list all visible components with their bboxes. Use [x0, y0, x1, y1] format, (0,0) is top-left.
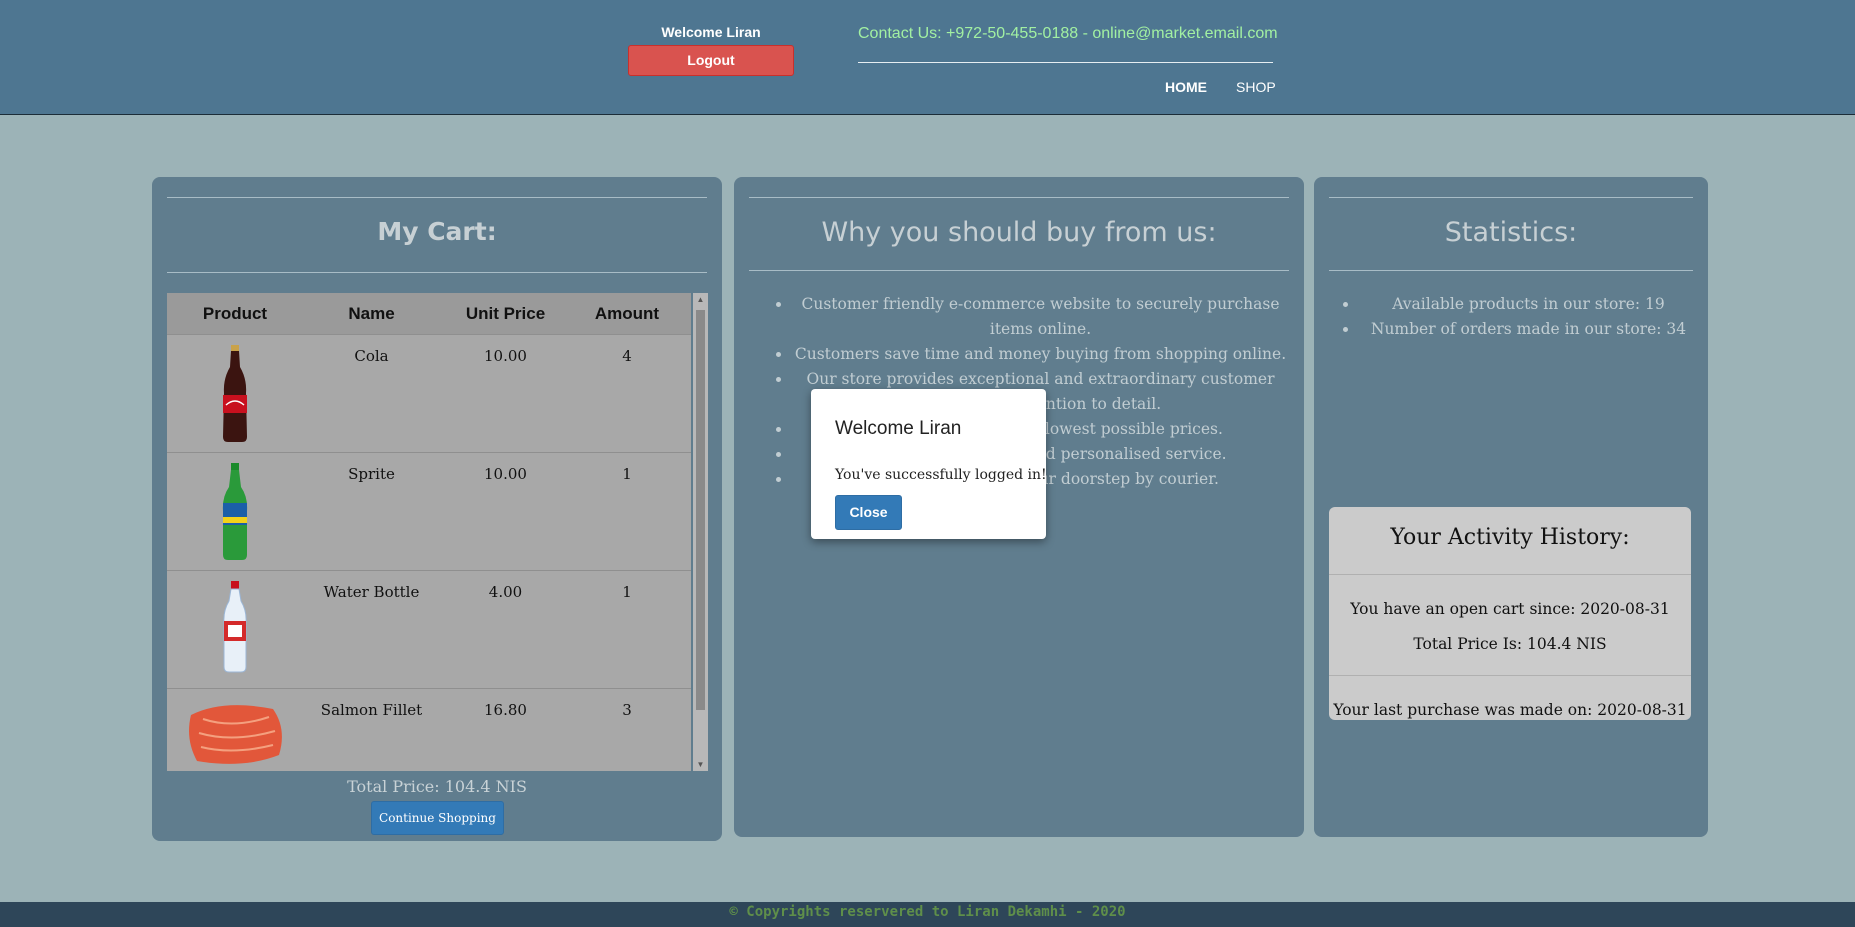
close-button[interactable]: Close: [835, 495, 902, 530]
modal-title: Welcome Liran: [835, 418, 962, 439]
login-modal: Welcome Liran You've successfully logged…: [811, 389, 1047, 539]
modal-message: You've successfully logged in!: [835, 467, 1047, 483]
